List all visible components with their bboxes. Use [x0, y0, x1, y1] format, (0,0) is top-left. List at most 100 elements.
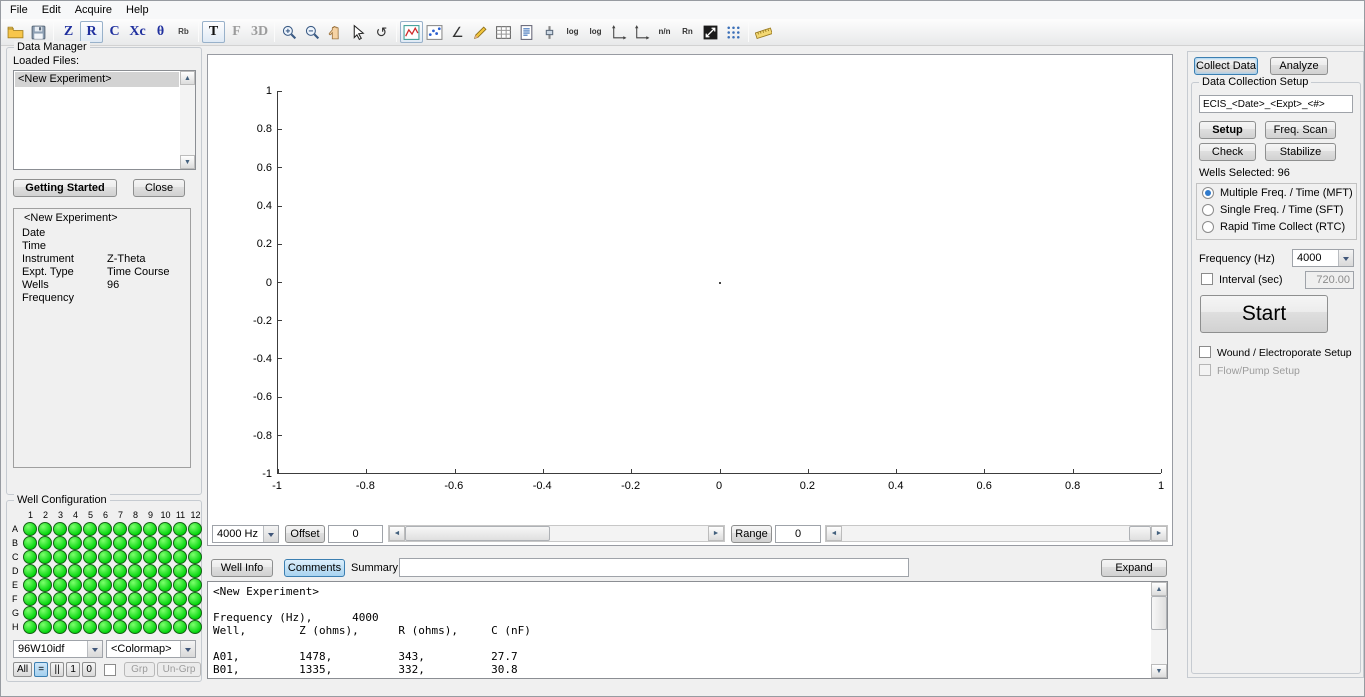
well-E12[interactable] [188, 578, 202, 592]
stabilize-button[interactable]: Stabilize [1265, 143, 1336, 161]
loaded-file-item[interactable]: <New Experiment> [15, 72, 179, 87]
normalize-r-button[interactable]: Rn [676, 21, 699, 43]
data-cursor-icon[interactable] [347, 21, 370, 43]
well-F5[interactable] [83, 592, 97, 606]
well-C10[interactable] [158, 550, 172, 564]
well-H8[interactable] [128, 620, 142, 634]
dropdown-arrow-icon[interactable] [180, 641, 195, 657]
frequency-select[interactable]: 4000 [1292, 249, 1354, 267]
close-button[interactable]: Close [133, 179, 185, 197]
well-A11[interactable] [173, 522, 187, 536]
well-A10[interactable] [158, 522, 172, 536]
scroll-right-button[interactable]: ► [708, 526, 724, 541]
well-A4[interactable] [68, 522, 82, 536]
well-D6[interactable] [98, 564, 112, 578]
getting-started-button[interactable]: Getting Started [13, 179, 117, 197]
well-B3[interactable] [53, 536, 67, 550]
well-D10[interactable] [158, 564, 172, 578]
log-y-button[interactable]: log [584, 21, 607, 43]
range-input[interactable] [775, 525, 821, 543]
select-columns-button[interactable]: || [50, 662, 64, 677]
well-E7[interactable] [113, 578, 127, 592]
reactance-xc-button[interactable]: Xc [126, 21, 149, 43]
menu-item-help[interactable]: Help [119, 1, 156, 19]
well-B6[interactable] [98, 536, 112, 550]
well-E5[interactable] [83, 578, 97, 592]
save-icon[interactable] [27, 21, 50, 43]
model-rb-button[interactable]: Rb [172, 21, 195, 43]
well-A5[interactable] [83, 522, 97, 536]
well-D3[interactable] [53, 564, 67, 578]
well-D11[interactable] [173, 564, 187, 578]
comments-text-panel[interactable]: <New Experiment> Frequency (Hz), 4000 We… [207, 581, 1168, 679]
grid-dots-button[interactable] [722, 21, 745, 43]
well-C4[interactable] [68, 550, 82, 564]
well-H12[interactable] [188, 620, 202, 634]
well-H9[interactable] [143, 620, 157, 634]
mode-option[interactable]: Multiple Freq. / Time (MFT) [1197, 184, 1356, 201]
well-F3[interactable] [53, 592, 67, 606]
well-G1[interactable] [23, 606, 37, 620]
well-D7[interactable] [113, 564, 127, 578]
well-H10[interactable] [158, 620, 172, 634]
loaded-files-list[interactable]: <New Experiment> ▲▼ [13, 70, 196, 170]
well-F12[interactable] [188, 592, 202, 606]
mode-option[interactable]: Single Freq. / Time (SFT) [1197, 201, 1356, 218]
well-G4[interactable] [68, 606, 82, 620]
scroll-thumb[interactable] [405, 526, 550, 541]
well-C3[interactable] [53, 550, 67, 564]
well-F10[interactable] [158, 592, 172, 606]
slider-tool-button[interactable] [538, 21, 561, 43]
scatter-plot-button[interactable] [423, 21, 446, 43]
impedance-z-button[interactable]: Z [57, 21, 80, 43]
well-G7[interactable] [113, 606, 127, 620]
radio-button-icon[interactable] [1202, 187, 1214, 199]
well-F4[interactable] [68, 592, 82, 606]
well-C9[interactable] [143, 550, 157, 564]
scroll-left-button[interactable]: ◄ [826, 526, 842, 541]
well-G11[interactable] [173, 606, 187, 620]
well-B12[interactable] [188, 536, 202, 550]
well-F8[interactable] [128, 592, 142, 606]
well-C5[interactable] [83, 550, 97, 564]
well-E9[interactable] [143, 578, 157, 592]
scroll-down-button[interactable]: ▼ [180, 155, 195, 169]
radio-button-icon[interactable] [1202, 221, 1214, 233]
well-A2[interactable] [38, 522, 52, 536]
well-plate-grid[interactable] [23, 522, 203, 634]
well-A7[interactable] [113, 522, 127, 536]
well-H4[interactable] [68, 620, 82, 634]
well-A8[interactable] [128, 522, 142, 536]
scroll-track[interactable] [180, 85, 195, 155]
wound-electroporate-checkbox[interactable] [1199, 346, 1211, 358]
well-H2[interactable] [38, 620, 52, 634]
capacitance-c-button[interactable]: C [103, 21, 126, 43]
well-G9[interactable] [143, 606, 157, 620]
start-button[interactable]: Start [1200, 295, 1328, 333]
well-F7[interactable] [113, 592, 127, 606]
well-G10[interactable] [158, 606, 172, 620]
well-A9[interactable] [143, 522, 157, 536]
well-B9[interactable] [143, 536, 157, 550]
phase-theta-button[interactable]: θ [149, 21, 172, 43]
range-scrollbar[interactable]: ◄► [825, 525, 1168, 542]
scroll-left-button[interactable]: ◄ [389, 526, 405, 541]
well-E2[interactable] [38, 578, 52, 592]
well-select-checkbox[interactable] [104, 664, 116, 676]
well-H1[interactable] [23, 620, 37, 634]
annotate-button[interactable] [469, 21, 492, 43]
well-B5[interactable] [83, 536, 97, 550]
comments-button[interactable]: Comments [284, 559, 345, 577]
well-E11[interactable] [173, 578, 187, 592]
rotate-view-icon[interactable]: ↺ [370, 21, 393, 43]
well-B10[interactable] [158, 536, 172, 550]
well-C6[interactable] [98, 550, 112, 564]
well-C2[interactable] [38, 550, 52, 564]
data-table-button[interactable] [492, 21, 515, 43]
well-C7[interactable] [113, 550, 127, 564]
ruler-icon[interactable] [752, 21, 775, 43]
select-all-button[interactable]: All [13, 662, 32, 677]
dropdown-arrow-icon[interactable] [263, 526, 278, 542]
radio-button-icon[interactable] [1202, 204, 1214, 216]
well-H6[interactable] [98, 620, 112, 634]
